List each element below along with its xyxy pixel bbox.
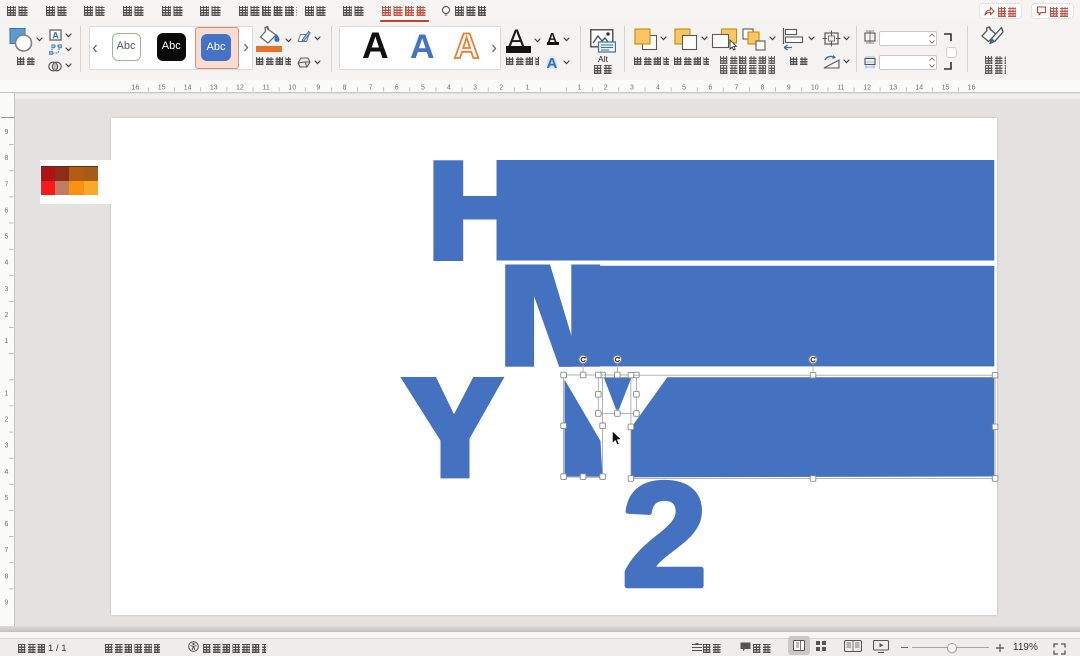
svg-text:2: 2 [622,452,707,618]
